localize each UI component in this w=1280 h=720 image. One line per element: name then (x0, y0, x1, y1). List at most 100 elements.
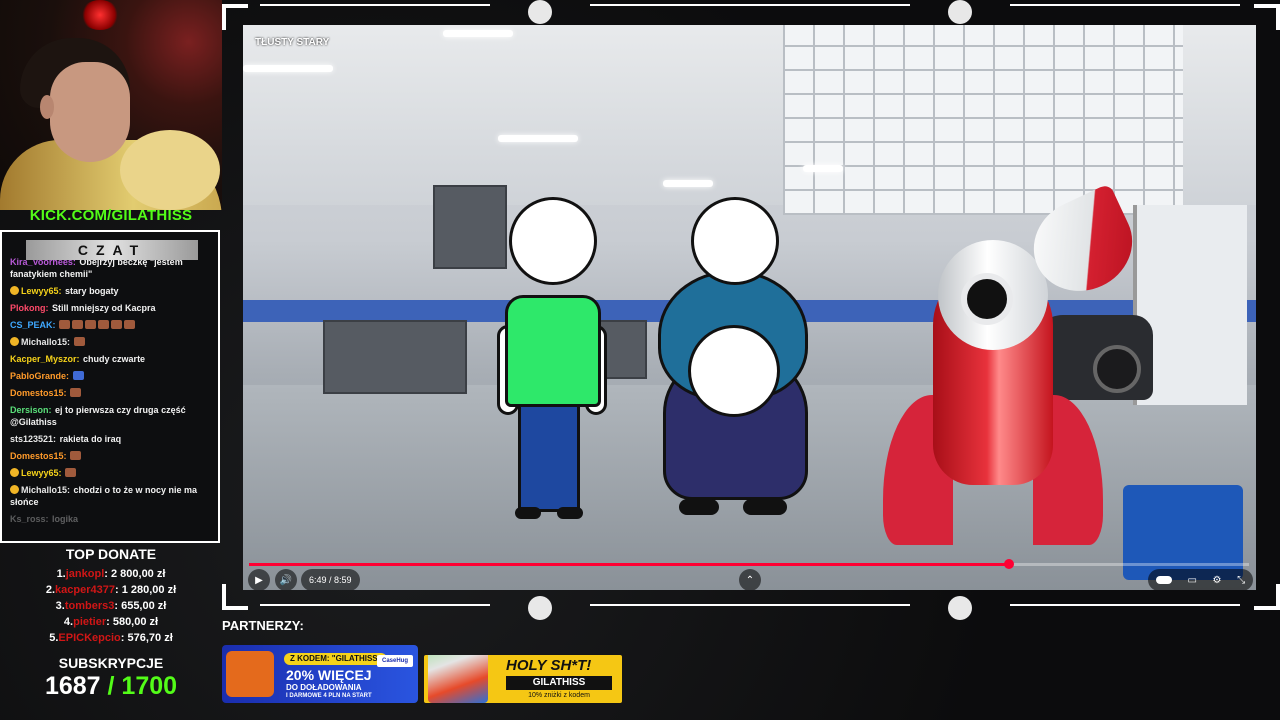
ceiling-light (803, 165, 843, 172)
treasure-chest-icon (226, 651, 274, 697)
chat-username[interactable]: CS_PEAK: (10, 320, 56, 330)
character-shoe (743, 499, 787, 515)
video-progress-fill (249, 563, 1009, 566)
subs-counter: 1687 / 1700 (0, 672, 222, 701)
chat-message: Plokong: Still mniejszy od Kacpra (10, 302, 210, 314)
donor-rank: 1. (56, 568, 66, 580)
chat-username[interactable]: Lewyy65: (21, 286, 62, 296)
chat-username[interactable]: Lewyy65: (21, 468, 62, 478)
volume-button[interactable]: 🔊 (275, 569, 297, 590)
video-progress-bar[interactable] (249, 559, 1249, 569)
ad1-smallprint: I DARMOWE 4 PLN NA START (286, 693, 372, 699)
subtitles-icon[interactable]: ▭ (1187, 575, 1196, 586)
top-donate-list: 1.jankopl: 2 800,00 zł 2.kacper4377: 1 28… (0, 566, 222, 646)
frame-line (590, 4, 910, 6)
donor-amount: : 576,70 zł (120, 632, 173, 644)
donor-amount: : 580,00 zł (106, 616, 159, 628)
frame-corner (1254, 4, 1280, 30)
video-player[interactable]: TŁUSTY STARY ▶ 🔊 6:49 / 8:59 ⌃ ▭ ⚙ ⤡ (243, 25, 1256, 590)
kick-url: KICK.COM/GILATHISS (29, 207, 193, 224)
subscriber-badge-icon (10, 468, 19, 477)
ceiling-light (243, 65, 333, 72)
emote-icon (72, 371, 84, 380)
subscriber-badge-icon (10, 337, 19, 346)
frame-line (1010, 4, 1240, 6)
chat-username[interactable]: Domestos15: (10, 451, 67, 461)
donor-row: 3.tombers3: 655,00 zł (0, 598, 222, 614)
video-scrubber-handle[interactable] (1004, 559, 1014, 569)
play-button[interactable]: ▶ (248, 569, 270, 590)
sponsor-logo-icon (948, 596, 972, 620)
casehug-ad-banner[interactable]: Z KODEM: "GILATHISS" CaseHug 20% WIĘCEJ … (222, 645, 418, 703)
donor-amount: : 1 280,00 zł (114, 584, 177, 596)
wall-cabinet (433, 185, 507, 269)
emote-icon (59, 320, 71, 329)
chat-username[interactable]: Ks_ross: (10, 514, 49, 524)
chat-text: Still mniejszy od Kacpra (52, 303, 156, 313)
subscriber-badge-icon (10, 485, 19, 494)
chat-panel[interactable]: Kira_Voorhees: Obejrzyj beczkę "jestem f… (0, 230, 220, 543)
chat-message: Dersison: ej to pierwsza czy druga część… (10, 404, 210, 428)
ceiling-light (663, 180, 713, 187)
ad1-subline: DO DOŁADOWANIA (286, 683, 362, 692)
chat-username[interactable]: Michallo15: (21, 337, 70, 347)
chat-username[interactable]: sts123521: (10, 434, 56, 444)
fullscreen-exit-icon[interactable]: ⤡ (1237, 575, 1245, 586)
emote-icon (85, 320, 97, 329)
ad1-code: Z KODEM: "GILATHISS" (284, 653, 388, 665)
chat-username[interactable]: Plokong: (10, 303, 49, 313)
chat-message: sts123521: rakieta do iraq (10, 433, 210, 445)
partners-label: PARTNERZY: (222, 618, 304, 633)
chat-username[interactable]: Dersison: (10, 405, 52, 415)
chat-message: Michallo15: chodzi o to że w nocy nie ma… (10, 484, 210, 508)
car-wheel (1093, 345, 1141, 393)
holy-ad-banner[interactable]: HOLY SH*T! GILATHISS 10% zniżki z kodem (424, 655, 622, 703)
ad2-note: 10% zniżki z kodem (528, 692, 590, 699)
chat-message: Domestos15: (10, 387, 210, 399)
donor-rank: 4. (63, 616, 74, 628)
top-donate-title: TOP DONATE (65, 546, 157, 562)
sponsor-logo-icon (528, 596, 552, 620)
donor-name: tombers3 (64, 600, 115, 612)
settings-gear-icon[interactable]: ⚙ (1213, 575, 1222, 586)
donor-row: 2.kacper4377: 1 280,00 zł (0, 582, 222, 598)
webcam-feed (0, 0, 222, 210)
chat-header: CZAT (26, 240, 198, 260)
thin-character-pants (518, 397, 580, 512)
streamer-ear (40, 95, 54, 119)
sponsor-logo-icon (528, 0, 552, 24)
expand-button[interactable]: ⌃ (739, 569, 761, 590)
emote-icon (65, 468, 77, 477)
video-title: TŁUSTY STARY (255, 37, 330, 48)
player-right-controls: ▭ ⚙ ⤡ (1148, 569, 1253, 590)
ceiling-light (498, 135, 578, 142)
frame-line (1010, 604, 1240, 606)
chat-message: PabloGrande: (10, 370, 210, 382)
chat-text: logika (52, 514, 79, 524)
ad1-headline: 20% WIĘCEJ (286, 667, 372, 683)
volume-icon: 🔊 (279, 574, 293, 586)
chat-message: Kacper_Myszor: chudy czwarte (10, 353, 210, 365)
donor-name: jankopl (65, 568, 105, 580)
character-shoe (515, 507, 541, 519)
chat-text: stary bogaty (65, 286, 119, 296)
chat-message: Michallo15: (10, 336, 210, 348)
rocket-porthole (961, 273, 1013, 325)
emote-icon (70, 388, 82, 397)
donor-name: EPICKepcio (58, 632, 121, 644)
chat-username[interactable]: PabloGrande: (10, 371, 69, 381)
thin-character-head (509, 197, 597, 285)
donor-name: pietier (73, 616, 107, 628)
chat-username[interactable]: Domestos15: (10, 388, 67, 398)
chat-messages: Kira_Voorhees: Obejrzyj beczkę "jestem f… (10, 256, 210, 530)
chat-message: Ks_ross: logika (10, 513, 210, 525)
chat-username[interactable]: Michallo15: (21, 485, 70, 495)
autoplay-toggle[interactable] (1155, 576, 1172, 584)
chat-username[interactable]: Kacper_Myszor: (10, 354, 80, 364)
subscriber-badge-icon (10, 286, 19, 295)
workbench (323, 320, 467, 394)
chat-message: Domestos15: (10, 450, 210, 462)
drink-pack-icon (428, 655, 488, 703)
chat-text: rakieta do iraq (59, 434, 122, 444)
donor-rank: 2. (45, 584, 56, 596)
